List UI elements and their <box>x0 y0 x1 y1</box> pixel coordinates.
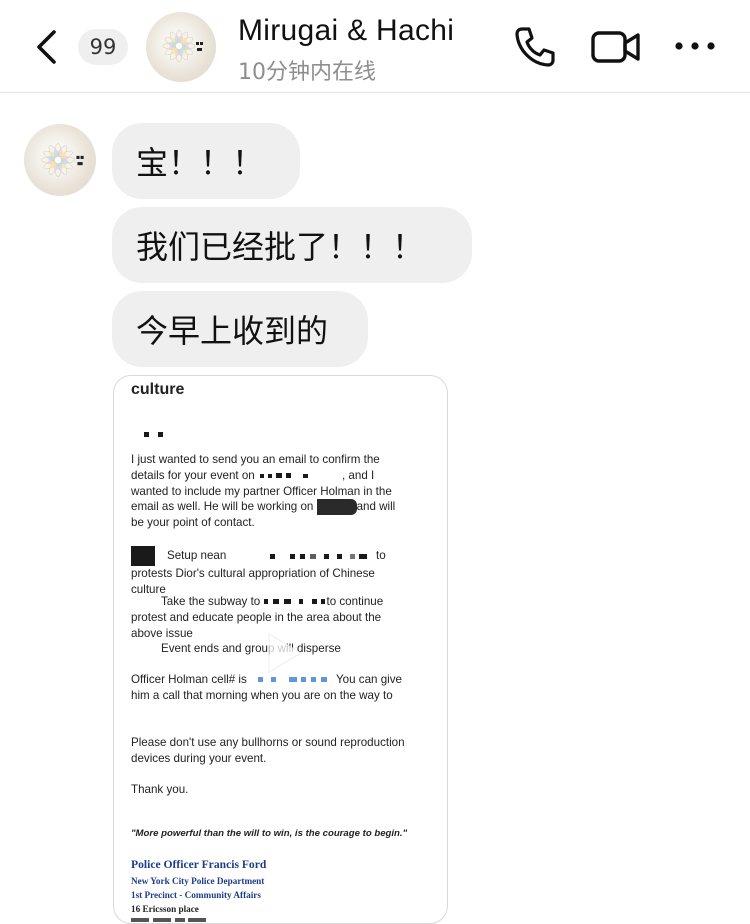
signature-address: 16 Ericsson place <box>131 904 199 914</box>
back-button[interactable] <box>30 24 70 70</box>
online-status: 10分钟内在线 <box>238 60 376 85</box>
paragraph-thanks: Thank you. <box>131 783 189 796</box>
document-heading: culture <box>131 381 185 398</box>
paragraph-confirm: I just wanted to send you an email to co… <box>131 453 396 530</box>
more-options-button[interactable] <box>672 34 718 58</box>
message-bubble[interactable]: 今早上收到的 <box>112 291 368 367</box>
chat-title[interactable]: Mirugai & Hachi <box>238 14 454 48</box>
redacted-name <box>144 424 163 443</box>
video-call-button[interactable] <box>590 26 642 68</box>
redaction-mark <box>131 546 155 566</box>
chat-header: 99 Mirugai & Hachi 10分钟内在线 <box>0 0 750 93</box>
message-text: 宝！！！ <box>136 144 265 182</box>
more-horizontal-icon <box>675 42 715 50</box>
flower-avatar-image <box>41 143 84 177</box>
signature-quote: "More powerful than the will to win, is … <box>131 828 408 839</box>
redaction-mark <box>316 499 357 516</box>
flower-avatar-image <box>162 29 203 63</box>
unread-count-badge[interactable]: 99 <box>78 29 128 65</box>
signature-department: New York City Police Department <box>131 876 265 886</box>
video-camera-icon <box>591 31 640 63</box>
signature-name: Police Officer Francis Ford <box>131 858 267 871</box>
paragraph-setup: Setup nean to protests Dior's cultural a… <box>131 546 431 598</box>
message-bubble[interactable]: 我们已经批了！！！ <box>112 207 472 283</box>
paragraph-officer-cell: Officer Holman cell# is You can give him… <box>131 673 402 702</box>
image-attachment[interactable]: culture I just wanted to send you an ema… <box>113 375 448 924</box>
voice-call-button[interactable] <box>512 24 558 70</box>
chevron-left-icon <box>37 30 56 64</box>
cropped-address-line <box>131 918 206 922</box>
paragraph-no-bullhorns: Please don't use any bullhorns or sound … <box>131 736 405 765</box>
cropped-text-line <box>131 375 381 380</box>
contact-avatar[interactable] <box>146 12 216 82</box>
redaction-mark <box>258 677 263 683</box>
message-bubble[interactable]: 宝！！！ <box>112 123 300 199</box>
message-text: 今早上收到的 <box>136 312 329 350</box>
signature-precinct: 1st Precinct - Community Affairs <box>131 890 261 900</box>
sender-avatar[interactable] <box>24 124 96 196</box>
redaction-mark <box>259 473 264 478</box>
message-text: 我们已经批了！！！ <box>136 228 425 266</box>
phone-icon <box>515 27 555 67</box>
